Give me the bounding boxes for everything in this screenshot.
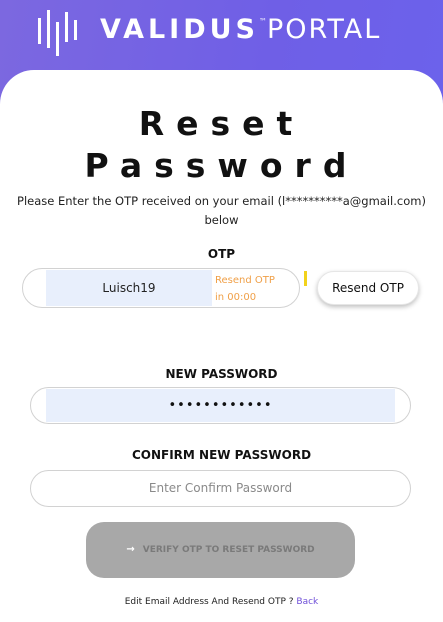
footer-edit-email: Edit Email Address And Resend OTP ? Back	[0, 597, 443, 607]
new-password-input[interactable]: ••••••••••••	[46, 389, 395, 422]
text-cursor-marker	[304, 271, 307, 286]
confirm-password-input[interactable]: Enter Confirm Password	[30, 470, 411, 507]
validus-logo-icon	[38, 10, 77, 56]
page-title-line1: Reset	[138, 104, 305, 143]
portal-header: VALIDUS™PORTAL	[0, 0, 443, 70]
resend-timer-line1: Resend OTP	[215, 275, 275, 286]
confirm-password-label: CONFIRM NEW PASSWORD	[131, 448, 312, 462]
page-title-line2: Password	[84, 146, 359, 185]
brand-name: VALIDUS	[100, 14, 259, 45]
resend-timer: Resend OTP in 00:00	[215, 272, 299, 306]
verify-otp-button[interactable]: → VERIFY OTP TO RESET PASSWORD	[86, 522, 355, 578]
back-link[interactable]: Back	[296, 597, 318, 607]
footer-text: Edit Email Address And Resend OTP ?	[124, 597, 297, 607]
resend-otp-button[interactable]: Resend OTP	[317, 271, 419, 305]
brand-product: PORTAL	[267, 14, 382, 45]
arrow-right-icon: →	[126, 544, 135, 555]
otp-input[interactable]: Luisch19	[46, 270, 212, 306]
otp-instruction: Please Enter the OTP received on your em…	[17, 194, 426, 227]
verify-button-label: VERIFY OTP TO RESET PASSWORD	[142, 545, 315, 555]
trademark-mark: ™	[259, 17, 267, 26]
brand-logo-text: VALIDUS™PORTAL	[100, 16, 381, 43]
new-password-label: NEW PASSWORD	[165, 367, 278, 381]
resend-timer-line2: in 00:00	[215, 292, 257, 303]
otp-label: OTP	[207, 247, 236, 261]
